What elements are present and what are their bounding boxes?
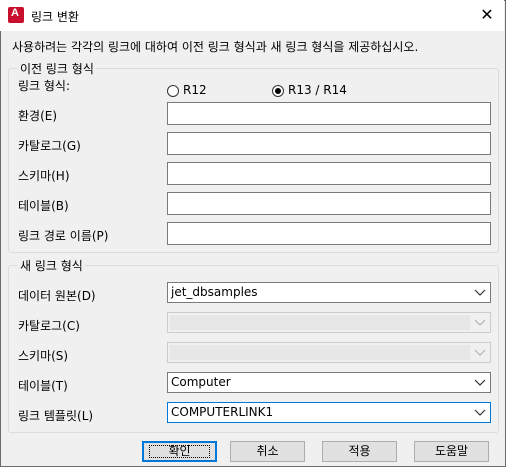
ok-button[interactable]: 확인: [142, 441, 217, 462]
focus-rect: [149, 445, 210, 458]
help-button-label: 도움말: [434, 444, 469, 458]
link-template-label: 링크 템플릿(L): [18, 409, 94, 423]
link-template-value: COMPUTERLINK1: [171, 405, 274, 419]
chevron-down-icon: [474, 349, 486, 356]
new-catalog-label: 카탈로그(C): [18, 319, 80, 333]
chevron-down-icon: [474, 379, 486, 386]
old-table-input[interactable]: [167, 192, 491, 215]
environment-label: 환경(E): [18, 109, 58, 123]
radio-r12[interactable]: [167, 85, 179, 97]
autocad-app-icon: A: [8, 7, 24, 23]
help-button[interactable]: 도움말: [414, 441, 489, 462]
link-template-select[interactable]: COMPUTERLINK1: [167, 402, 491, 423]
new-schema-select: [167, 342, 491, 363]
chevron-down-icon: [474, 319, 486, 326]
old-schema-input[interactable]: [167, 162, 491, 185]
old-catalog-label: 카탈로그(G): [18, 139, 81, 153]
new-table-label: 테이블(T): [18, 379, 68, 393]
close-icon: ✕: [480, 5, 494, 24]
description-text: 사용하려는 각각의 링크에 대하여 이전 링크 형식과 새 링크 형식을 제공하…: [12, 40, 419, 54]
cancel-button-label: 취소: [256, 444, 279, 458]
link-path-label: 링크 경로 이름(P): [18, 229, 109, 243]
new-format-legend: 새 링크 형식: [18, 257, 85, 274]
apply-button[interactable]: 적용: [322, 441, 397, 462]
new-table-select[interactable]: Computer: [167, 372, 491, 393]
radio-r13-r14-label[interactable]: R13 / R14: [288, 83, 347, 97]
new-schema-label: 스키마(S): [18, 349, 69, 363]
new-table-value: Computer: [171, 375, 231, 389]
chevron-down-icon: [474, 409, 486, 416]
data-source-select[interactable]: jet_dbsamples: [167, 282, 491, 303]
old-catalog-input[interactable]: [167, 132, 491, 155]
old-format-legend: 이전 링크 형식: [18, 60, 96, 77]
chevron-down-icon: [474, 289, 486, 296]
data-source-value: jet_dbsamples: [171, 285, 258, 299]
old-table-label: 테이블(B): [18, 199, 69, 213]
radio-r13-r14[interactable]: [272, 85, 284, 97]
environment-input[interactable]: [167, 102, 491, 125]
close-button[interactable]: ✕: [470, 0, 504, 31]
link-type-label: 링크 형식:: [18, 79, 71, 93]
data-source-label: 데이터 원본(D): [18, 289, 96, 303]
apply-button-label: 적용: [348, 444, 371, 458]
title-bar: A 링크 변환 ✕: [0, 0, 504, 31]
new-catalog-select: [167, 312, 491, 333]
cancel-button[interactable]: 취소: [230, 441, 305, 462]
radio-r12-label[interactable]: R12: [183, 83, 207, 97]
link-path-input[interactable]: [167, 222, 491, 245]
old-schema-label: 스키마(H): [18, 169, 70, 183]
window-title: 링크 변환: [31, 10, 79, 24]
